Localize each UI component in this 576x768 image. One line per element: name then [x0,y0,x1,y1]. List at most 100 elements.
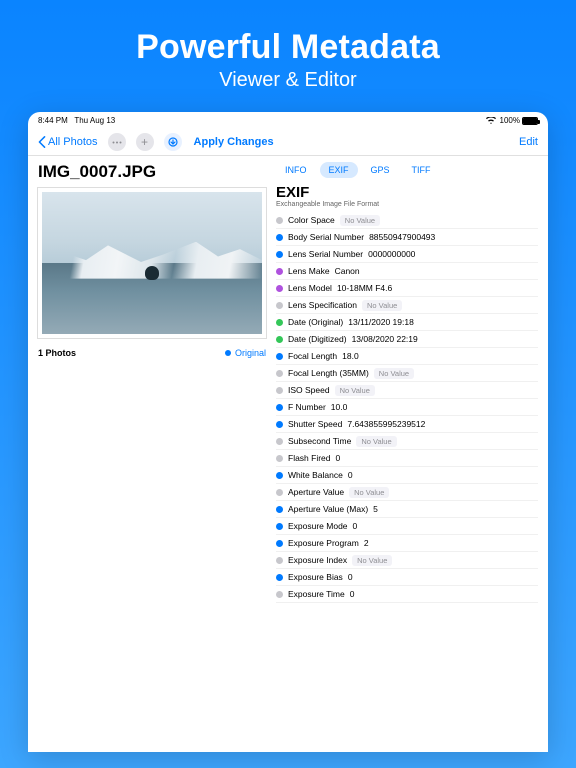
row-label: Flash Fired [288,453,331,463]
status-dot [276,540,283,547]
wifi-icon [486,117,496,125]
status-dot [276,523,283,530]
back-button[interactable]: All Photos [38,136,98,148]
status-dot [276,234,283,241]
status-dot [276,217,283,224]
metadata-row[interactable]: Flash Fired0 [276,450,538,467]
row-value: 13/08/2020 22:19 [352,334,418,344]
row-label: Aperture Value (Max) [288,504,368,514]
metadata-row[interactable]: White Balance 0 [276,467,538,484]
row-value: 7.643855995239512 [347,419,425,429]
photo-preview[interactable] [38,188,266,338]
section-title: EXIF [276,184,538,201]
status-dot [276,404,283,411]
tab-gps[interactable]: GPS [362,162,399,178]
battery-icon: 100% [500,116,538,125]
more-icon[interactable] [108,133,126,151]
row-label: Shutter Speed [288,419,342,429]
row-value: 0 [348,470,353,480]
row-label: White Balance [288,470,343,480]
page-title: IMG_0007.JPG [38,162,266,182]
status-time: 8:44 PM [38,116,68,125]
row-label: Lens Specification [288,300,357,310]
row-value: 0 [353,521,358,531]
action-icon[interactable] [164,133,182,151]
row-label: ISO Speed [288,385,330,395]
metadata-row[interactable]: Lens Model 10-18MM F4.6 [276,280,538,297]
row-label: Body Serial Number [288,232,364,242]
status-dot [276,557,283,564]
metadata-row[interactable]: Lens MakeCanon [276,263,538,280]
device-frame: 8:44 PM Thu Aug 13 100% All Photos + App… [28,112,548,752]
row-label: Exposure Index [288,555,347,565]
tab-exif[interactable]: EXIF [320,162,358,178]
metadata-row[interactable]: Aperture Value No Value [276,484,538,501]
no-value-badge: No Value [362,300,402,311]
metadata-row[interactable]: Color SpaceNo Value [276,212,538,229]
metadata-row[interactable]: F Number10.0 [276,399,538,416]
row-label: Lens Make [288,266,330,276]
status-dot [276,506,283,513]
toolbar: All Photos + Apply Changes Edit [28,129,548,156]
metadata-tabs: INFO EXIF GPS TIFF [276,162,538,178]
status-dot [276,268,283,275]
row-value: 10-18MM F4.6 [337,283,392,293]
metadata-row[interactable]: Lens Specification No Value [276,297,538,314]
row-value: 0000000000 [368,249,415,259]
row-value: 88550947900493 [369,232,435,242]
add-icon[interactable]: + [136,133,154,151]
metadata-row[interactable]: Shutter Speed 7.643855995239512 [276,416,538,433]
metadata-row[interactable]: Focal Length (35MM)No Value [276,365,538,382]
metadata-row[interactable]: Exposure Bias0 [276,569,538,586]
edit-button[interactable]: Edit [519,136,538,148]
hero-title: Powerful Metadata [0,28,576,67]
status-dot [276,591,283,598]
row-label: Lens Serial Number [288,249,363,259]
status-dot [276,421,283,428]
chevron-left-icon [38,136,46,148]
tab-tiff[interactable]: TIFF [403,162,440,178]
status-dot [276,319,283,326]
status-bar: 8:44 PM Thu Aug 13 100% [28,112,548,129]
row-value: 13/11/2020 19:18 [348,317,414,327]
status-dot [276,336,283,343]
metadata-rows: Color SpaceNo ValueBody Serial Number885… [276,212,538,603]
row-value: 5 [373,504,378,514]
status-dot [276,353,283,360]
metadata-row[interactable]: ISO SpeedNo Value [276,382,538,399]
row-label: Color Space [288,215,335,225]
metadata-row[interactable]: Exposure Mode0 [276,518,538,535]
metadata-row[interactable]: Focal Length18.0 [276,348,538,365]
metadata-row[interactable]: Body Serial Number 88550947900493 [276,229,538,246]
tab-info[interactable]: INFO [276,162,316,178]
metadata-row[interactable]: Exposure Time0 [276,586,538,603]
row-label: Exposure Program [288,538,359,548]
status-dot [276,370,283,377]
no-value-badge: No Value [356,436,396,447]
metadata-row[interactable]: Date (Digitized)13/08/2020 22:19 [276,331,538,348]
metadata-row[interactable]: Subsecond TimeNo Value [276,433,538,450]
row-label: Aperture Value [288,487,344,497]
metadata-row[interactable]: Exposure Index No Value [276,552,538,569]
row-label: Lens Model [288,283,332,293]
metadata-row[interactable]: Lens Serial Number 0000000000 [276,246,538,263]
metadata-row[interactable]: Exposure Program 2 [276,535,538,552]
row-label: F Number [288,402,326,412]
original-badge: Original [225,348,266,358]
metadata-row[interactable]: Date (Original) 13/11/2020 19:18 [276,314,538,331]
row-label: Focal Length (35MM) [288,368,369,378]
row-value: 2 [364,538,369,548]
back-label: All Photos [48,136,98,148]
row-label: Exposure Time [288,589,345,599]
status-dot [276,574,283,581]
status-dot [276,302,283,309]
status-dot [276,251,283,258]
no-value-badge: No Value [349,487,389,498]
metadata-row[interactable]: Aperture Value (Max) 5 [276,501,538,518]
row-label: Focal Length [288,351,337,361]
apply-button[interactable]: Apply Changes [194,136,274,148]
no-value-badge: No Value [352,555,392,566]
row-label: Date (Original) [288,317,343,327]
status-date: Thu Aug 13 [74,116,115,125]
section-subtitle: Exchangeable Image File Format [276,201,538,208]
